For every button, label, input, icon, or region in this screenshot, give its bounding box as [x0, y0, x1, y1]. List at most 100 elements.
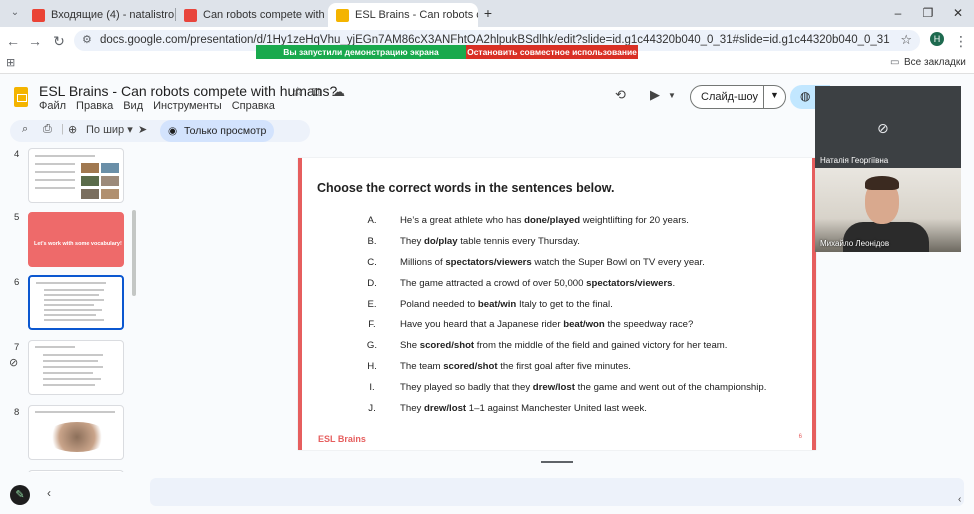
thumb-line [44, 319, 104, 321]
word-choice: spectators/viewers [586, 277, 673, 289]
profile-avatar[interactable]: Н [930, 32, 944, 46]
edit-pencil-icon[interactable]: ✎ [10, 485, 30, 505]
sentence-part: Millions of [400, 256, 446, 268]
select-cursor-icon[interactable]: ➤ [138, 123, 147, 136]
star-icon[interactable]: ☆ [292, 84, 304, 100]
sentence-text: The team scored/shot the first goal afte… [400, 361, 631, 372]
tab-gmail[interactable]: Входящие (4) - natalistroienko ✕ [24, 3, 174, 27]
meet-camera-icon[interactable]: ▶ [650, 87, 660, 103]
thumb-image [101, 163, 119, 173]
slide-number: 4 [14, 149, 20, 160]
thumb-line [44, 299, 104, 301]
restore-icon[interactable]: ❐ [918, 5, 938, 21]
screen-share-notice: Вы запустили демонстрацию экрана [256, 45, 466, 59]
sentence-part: . [672, 277, 676, 289]
chevron-down-icon[interactable]: ▼ [668, 91, 676, 100]
speaker-notes[interactable] [150, 478, 964, 506]
slide-thumbnail-8[interactable] [28, 405, 124, 460]
print-icon[interactable]: ⎙ [43, 123, 52, 136]
thumb-line [35, 179, 75, 181]
zoom-value: По шир [86, 124, 125, 136]
move-folder-icon[interactable]: ⧉ [312, 84, 321, 100]
slideshow-label: Слайд-шоу [701, 91, 759, 103]
slide-thumbnail-4[interactable] [28, 148, 124, 203]
slide-thumbnail-6[interactable] [28, 275, 124, 330]
site-info-icon[interactable]: ⚙ [82, 33, 92, 46]
slide-thumbnail-7[interactable] [28, 340, 124, 395]
menu-help[interactable]: Справка [232, 100, 275, 112]
word-choice: scored/shot [443, 361, 498, 373]
browser-menu-icon[interactable]: ⋮ [952, 32, 970, 50]
new-tab-button[interactable]: + [478, 5, 498, 21]
minimize-icon[interactable]: – [888, 5, 908, 21]
menu-edit[interactable]: Правка [76, 100, 113, 112]
history-icon[interactable]: ⟲ [615, 87, 626, 103]
search-icon[interactable]: ⌕ [22, 123, 28, 136]
word-choice: done/played [524, 215, 581, 226]
view-only-button[interactable]: ◉ Только просмотр [160, 120, 274, 142]
word-choice: beat/won [563, 319, 605, 331]
bookmark-star-icon[interactable]: ☆ [900, 32, 912, 48]
thumb-line [35, 346, 75, 348]
thumb-line [35, 411, 115, 413]
thumb-line [43, 372, 93, 374]
sentence-part: Have you heard that a Japanese rider [400, 319, 564, 331]
word-choice: drew/lost [424, 403, 467, 415]
sentence-part: table tennis every Thursday. [457, 235, 580, 247]
menu-view[interactable]: Вид [123, 100, 143, 112]
thumb-line [43, 354, 103, 356]
sentence-text: They played so badly that they drew/lost… [400, 382, 766, 393]
slide-thumbnail-5[interactable]: Let's work with some vocabulary! [28, 212, 124, 267]
menu-file[interactable]: Файл [39, 100, 66, 112]
slides-logo-icon[interactable] [14, 87, 28, 107]
sentence-part: They [400, 403, 424, 415]
thumb-line [44, 314, 96, 316]
menu-tools[interactable]: Инструменты [153, 100, 222, 112]
menu-bar: Файл Правка Вид Инструменты Справка [39, 100, 285, 112]
filmstrip-scrollbar[interactable] [132, 210, 136, 296]
notes-resize-handle[interactable] [541, 461, 573, 463]
sentence-text: She scored/shot from the middle of the f… [400, 340, 727, 351]
zoom-select[interactable]: По шир ▾ [86, 123, 133, 136]
slide-page-number: 6 [798, 434, 802, 440]
sentence-part: the speedway race? [604, 319, 694, 331]
view-only-label: Только просмотр [184, 125, 267, 137]
camera-off-icon: ⊘ [877, 120, 889, 136]
link-icon: ⊘ [9, 357, 19, 369]
all-bookmarks-link[interactable]: Все закладки [904, 57, 966, 68]
sentence-text: Poland needed to beat/win Italy to get t… [400, 299, 613, 310]
forward-icon[interactable]: → [26, 32, 44, 50]
side-panel-toggle-icon[interactable]: ‹ [958, 494, 961, 505]
thumb-line [43, 378, 101, 380]
divider [763, 86, 764, 108]
sentence-part: from the middle of the field and gained … [474, 340, 728, 352]
participant-name: Наталія Георгіївна [820, 156, 889, 165]
sentence-part: Poland needed to [400, 298, 478, 310]
tab-search-icon[interactable]: ⌄ [6, 4, 24, 22]
close-window-icon[interactable]: ✕ [948, 5, 968, 21]
sentence-part: the game and went out of the championshi… [574, 382, 767, 394]
globe-icon: ◍ [800, 89, 811, 103]
tab-esl-brains[interactable]: ESL Brains - Can robots compe ✕ [328, 3, 478, 27]
thumb-line [44, 289, 104, 291]
thumb-line [35, 187, 75, 189]
back-icon[interactable]: ← [4, 32, 22, 50]
sentence-part: weightlifting for 20 years. [580, 215, 689, 226]
thumb-line [35, 155, 95, 157]
slideshow-button[interactable]: Слайд-шоу ▼ [690, 85, 786, 109]
zoom-icon[interactable]: ⊕ [68, 123, 77, 136]
reload-icon[interactable]: ↻ [50, 32, 68, 50]
stop-sharing-button[interactable]: Остановить совместное использование [466, 45, 638, 59]
chevron-down-icon[interactable]: ▼ [770, 90, 779, 100]
sentence-part: 1–1 against Manchester United last week. [466, 403, 647, 415]
apps-grid-icon[interactable]: ⊞ [6, 56, 15, 69]
video-tile-1[interactable]: ⊘ Наталія Георгіївна [815, 86, 961, 168]
tab-robots-doc[interactable]: Can robots compete with huma ✕ [176, 3, 326, 27]
participant-hair [865, 176, 899, 190]
thumb-line [44, 304, 94, 306]
collapse-filmstrip-icon[interactable]: ‹ [47, 486, 51, 500]
slide-thumbnail-9[interactable] [28, 470, 124, 472]
slide-filmstrip[interactable]: 4 5 Let's work with some vocabulary! 6 7… [0, 146, 140, 472]
video-tile-2[interactable]: Михайло Леонідов [815, 168, 961, 252]
sentence-letter: G. [366, 340, 378, 352]
